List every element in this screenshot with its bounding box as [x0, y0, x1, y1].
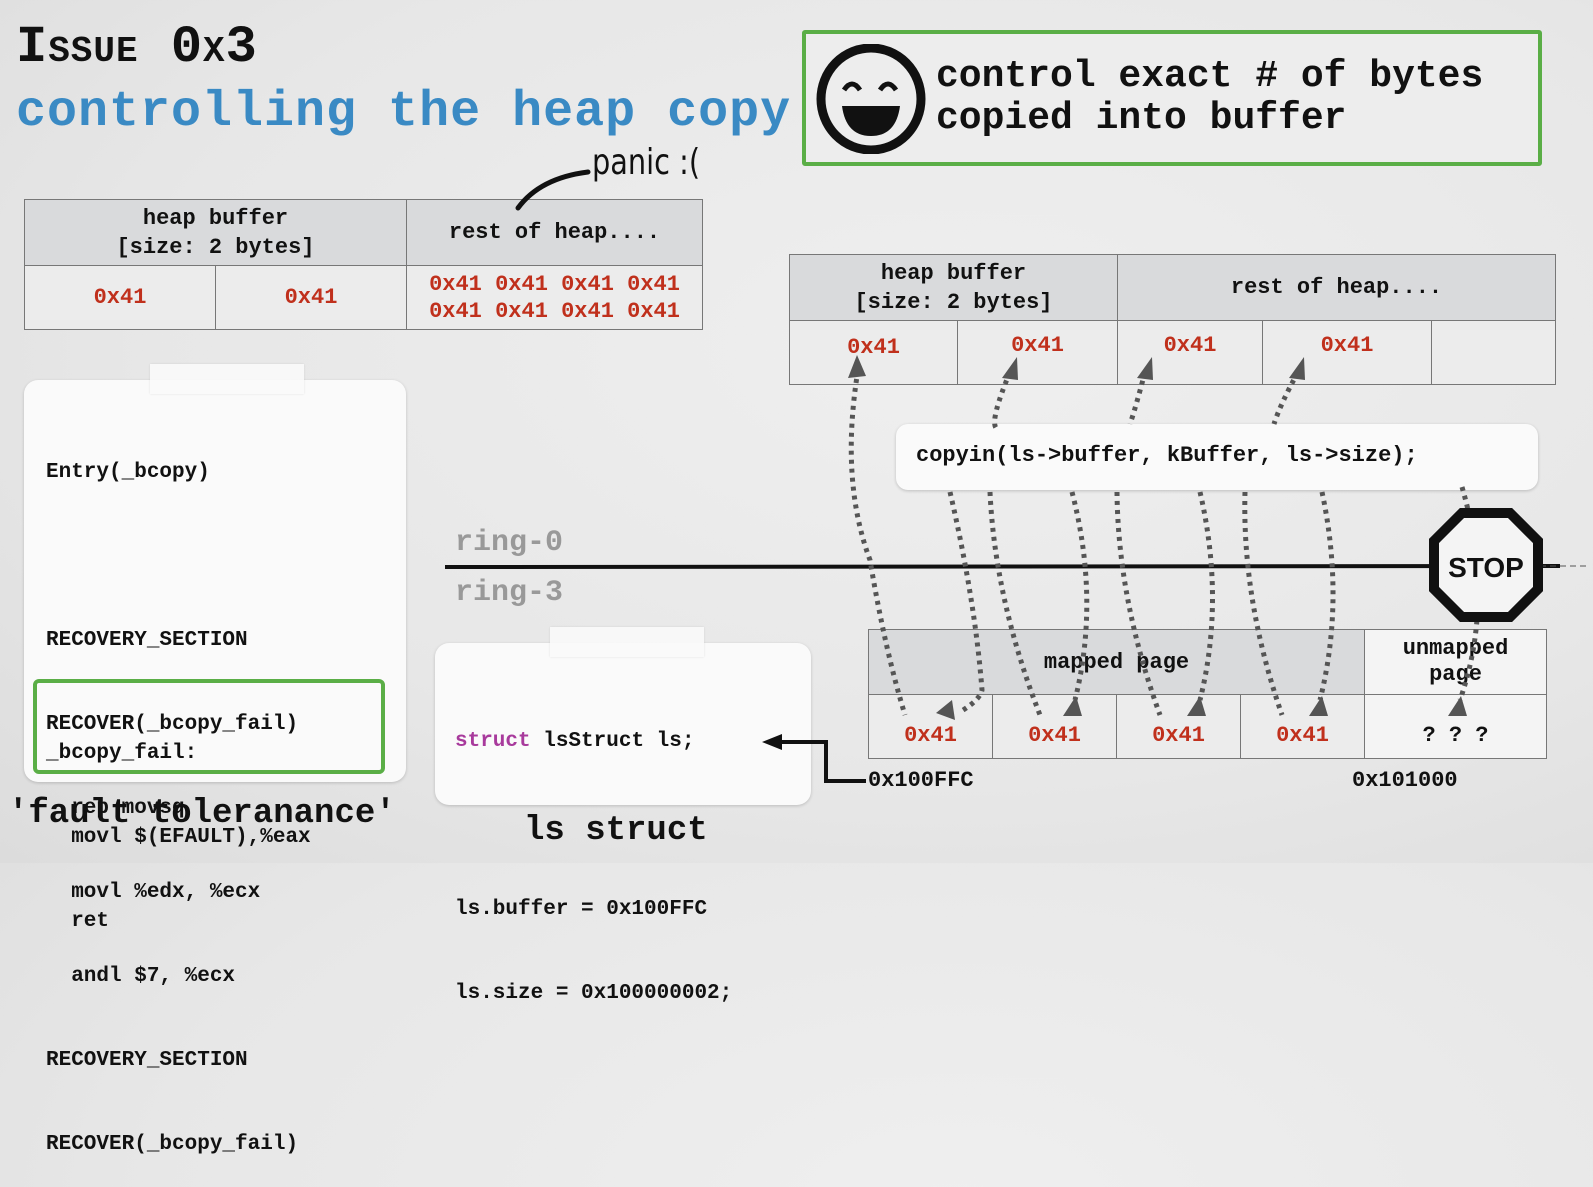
down-path-a	[947, 491, 985, 715]
down-path-b	[987, 491, 1043, 716]
up-path-3	[1127, 371, 1148, 425]
buffer-pointer-line	[778, 740, 866, 783]
arrowhead-down-icon	[1187, 696, 1206, 716]
up-path-4	[1271, 370, 1301, 425]
down-path-f	[1242, 491, 1285, 716]
code-line: ls.buffer = 0x100FFC	[455, 898, 708, 921]
copy-path-1	[848, 369, 908, 716]
arrowhead-down-icon	[936, 700, 955, 720]
code-line: RECOVER(_bcopy_fail)	[46, 1133, 299, 1156]
down-path-e	[1197, 491, 1215, 701]
arrowhead-up-icon	[1002, 357, 1018, 380]
stop-sign-icon: STOP	[1429, 508, 1543, 622]
stop-label: STOP	[1448, 552, 1524, 583]
arrowhead-down-icon	[1448, 696, 1467, 716]
up-path-2	[992, 371, 1013, 430]
arrowhead-up-icon	[848, 355, 866, 378]
panic-pointer-stroke	[515, 169, 591, 211]
ring-divider-line	[444, 564, 1561, 569]
copy-arrows	[848, 369, 1481, 716]
down-path-g	[1317, 491, 1336, 701]
code-line: ls.size = 0x100000002;	[455, 982, 733, 1005]
down-path-d	[1114, 491, 1163, 716]
code-line: andl $7, %ecx	[46, 965, 236, 988]
code-line: RECOVERY_SECTION	[46, 1049, 248, 1072]
arrowheads	[848, 355, 1467, 720]
code-line: ret	[46, 910, 110, 933]
buffer-pointer-arrowhead-icon	[762, 734, 782, 750]
arrowhead-up-icon	[1137, 357, 1153, 380]
arrowhead-down-icon	[1063, 696, 1082, 716]
arrowhead-up-icon	[1289, 357, 1305, 380]
diagram-overlay: STOP	[444, 169, 1590, 783]
down-path-c	[1069, 491, 1090, 701]
